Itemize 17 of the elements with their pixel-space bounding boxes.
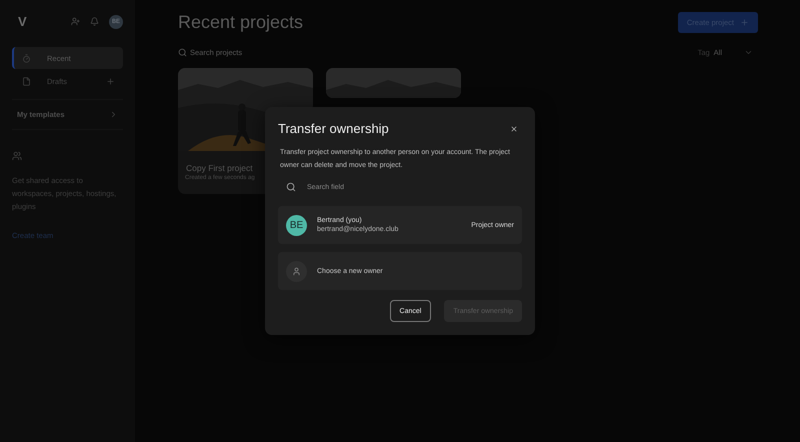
chevron-down-icon (744, 48, 753, 57)
search-icon (286, 182, 296, 192)
search-icon (178, 48, 187, 57)
file-icon (22, 76, 31, 86)
user-icon (292, 266, 301, 276)
close-icon[interactable] (510, 124, 518, 132)
plus-icon[interactable] (106, 76, 115, 86)
plus-icon (740, 18, 749, 27)
team-icon (12, 151, 22, 161)
avatar: BE (286, 214, 307, 236)
logo[interactable]: V (12, 14, 61, 29)
bell-icon[interactable] (90, 17, 99, 26)
project-name: Copy First project (186, 163, 253, 173)
page-title: Recent projects (178, 12, 304, 33)
add-user-icon[interactable] (71, 17, 80, 26)
chevron-right-icon (109, 110, 118, 119)
timer-icon (22, 54, 31, 62)
